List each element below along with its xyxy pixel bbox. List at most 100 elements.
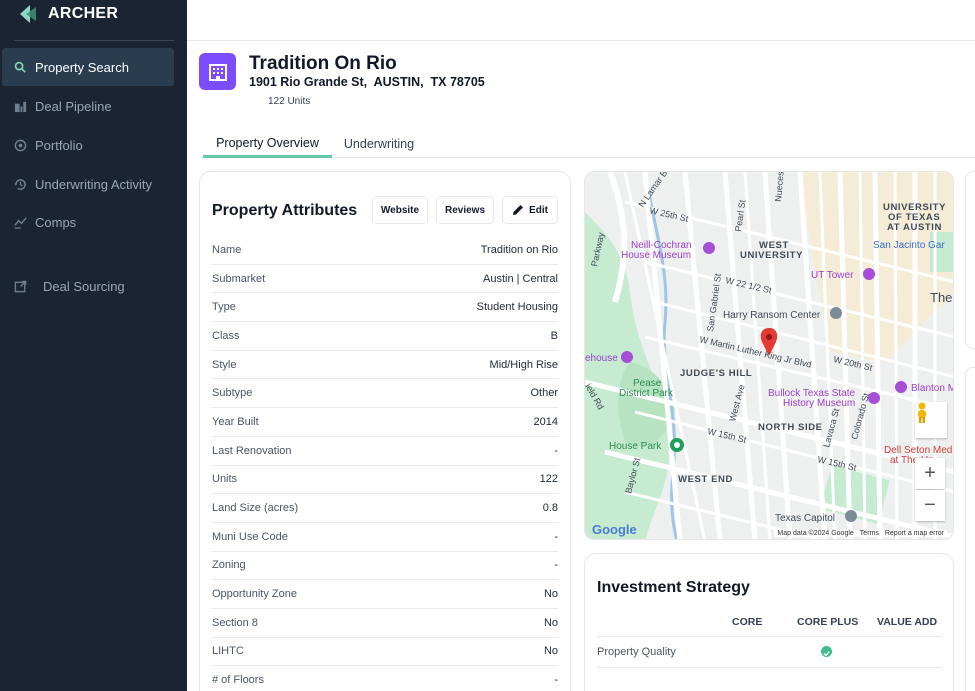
attribute-row: Year Built 2014: [212, 408, 558, 437]
sidebar-item-portfolio[interactable]: Portfolio: [2, 126, 174, 164]
map-label: ehouse: [585, 353, 618, 364]
sidebar-item-deal-sourcing[interactable]: Deal Sourcing: [2, 267, 174, 305]
edit-label: Edit: [529, 204, 548, 216]
map-terms-link[interactable]: Terms: [860, 530, 879, 537]
website-button[interactable]: Website: [372, 196, 428, 224]
tab-property-overview[interactable]: Property Overview: [203, 130, 332, 158]
attribute-row: Submarket Austin | Central: [212, 265, 558, 294]
building-chart-icon: [14, 101, 27, 112]
attribute-row: # of Floors -: [212, 666, 558, 691]
tab-underwriting[interactable]: Underwriting: [340, 130, 418, 158]
offscreen-card-edge: [965, 367, 975, 691]
pencil-icon: [513, 205, 524, 215]
attribute-label: Section 8: [212, 616, 258, 629]
map-label: San Jacinto Gar: [873, 240, 945, 251]
column-header-value-add: VALUE ADD: [877, 616, 938, 628]
sidebar-item-label: Deal Pipeline: [35, 98, 112, 114]
archer-logo-icon: [20, 5, 36, 23]
attribute-label: Zoning: [212, 559, 246, 572]
map-footer: Map data ©2024 Google Terms Report a map…: [774, 530, 947, 537]
google-logo: Google: [592, 522, 637, 537]
investment-strategy-card: Investment Strategy CORE CORE PLUS VALUE…: [584, 553, 954, 691]
attribute-label: Class: [212, 329, 240, 342]
street-view-button[interactable]: [915, 402, 947, 438]
attribute-label: Style: [212, 358, 237, 371]
property-units: 122 Units: [268, 96, 311, 107]
map-label: JUDGE'S HILL: [680, 368, 752, 379]
zoom-out-button[interactable]: −: [915, 490, 945, 521]
attribute-list: Name Tradition on Rio Submarket Austin | Ce…: [212, 236, 558, 691]
map-label: WEST END: [678, 474, 733, 485]
building-icon: [208, 63, 227, 81]
attribute-label: Year Built: [212, 415, 259, 428]
attribute-label: Last Renovation: [212, 444, 292, 457]
sidebar-item-label: Underwriting Activity: [35, 176, 153, 192]
sidebar: ARCHER Property Search Deal Pipeline Por…: [0, 0, 187, 691]
attribute-label: Muni Use Code: [212, 530, 288, 543]
attribute-row: Type Student Housing: [212, 293, 558, 323]
attribute-row: Class B: [212, 322, 558, 351]
map-label: Blanton M: [911, 383, 954, 394]
map-label: UT Tower: [811, 270, 854, 281]
attribute-row: Land Size (acres) 0.8: [212, 494, 558, 523]
map-label: History Museum: [783, 398, 855, 409]
target-icon: [14, 139, 27, 151]
attribute-row: Style Mid/High Rise: [212, 351, 558, 380]
attribute-value: 122: [539, 473, 558, 486]
sidebar-item-deal-pipeline[interactable]: Deal Pipeline: [2, 87, 174, 125]
attribute-row: Section 8 No: [212, 609, 558, 638]
attribute-label: LIHTC: [212, 645, 244, 658]
attribute-row: Muni Use Code -: [212, 523, 558, 552]
sidebar-item-label: Property Search: [35, 59, 129, 75]
edit-button[interactable]: Edit: [502, 196, 558, 224]
attribute-value: 0.8: [542, 502, 558, 515]
sidebar-item-property-search[interactable]: Property Search: [2, 48, 174, 86]
map-attribution: Map data ©2024 Google: [777, 530, 854, 537]
attribute-row: Subtype Other: [212, 379, 558, 409]
attribute-label: Opportunity Zone: [212, 588, 297, 601]
attribute-label: # of Floors: [212, 674, 264, 687]
attribute-label: Land Size (acres): [212, 502, 299, 515]
attribute-label: Units: [212, 473, 238, 486]
sidebar-item-underwriting-activity[interactable]: Underwriting Activity: [2, 165, 174, 203]
column-header-core-plus: CORE PLUS: [797, 616, 859, 628]
map-canvas: UNIVERSITY OF TEXAS AT AUSTIN WEST UNIVE…: [585, 172, 954, 539]
map-label: House Museum: [621, 250, 691, 261]
property-attributes-card: Property Attributes Website Reviews Edit…: [199, 171, 571, 691]
attribute-value: -: [554, 444, 558, 457]
sidebar-item-label: Deal Sourcing: [43, 278, 125, 294]
map-label: District Park: [619, 388, 674, 399]
attribute-row: Name Tradition on Rio: [212, 236, 558, 265]
attribute-value: No: [543, 645, 558, 658]
property-map[interactable]: UNIVERSITY OF TEXAS AT AUSTIN WEST UNIVE…: [584, 171, 954, 540]
attribute-value: No: [543, 588, 558, 601]
map-label: UNIVERSITY: [740, 250, 803, 261]
compare-icon: [14, 216, 27, 229]
attribute-label: Submarket: [212, 272, 266, 285]
attribute-row: Last Renovation -: [212, 437, 558, 466]
attribute-label: Name: [212, 243, 242, 256]
reviews-button[interactable]: Reviews: [436, 196, 494, 224]
sidebar-item-label: Portfolio: [35, 137, 83, 153]
property-type-badge: [199, 53, 236, 90]
attribute-row: LIHTC No: [212, 638, 558, 667]
attribute-row: Zoning -: [212, 552, 558, 581]
check-circle-icon: [821, 646, 832, 657]
brand-name: ARCHER: [48, 5, 119, 22]
attribute-label: Type: [212, 301, 236, 314]
sidebar-item-comps[interactable]: Comps: [2, 203, 174, 241]
attribute-value: Other: [530, 387, 558, 400]
sidebar-divider: [14, 40, 174, 41]
map-report-link[interactable]: Report a map error: [885, 530, 944, 537]
column-header-core: CORE: [732, 616, 763, 628]
map-label: The: [930, 290, 952, 305]
property-address: 1901 Rio Grande St, AUSTIN, TX 78705: [249, 75, 485, 89]
attribute-value: -: [554, 530, 558, 543]
map-label: NORTH SIDE: [758, 422, 823, 433]
attribute-value: Austin | Central: [482, 272, 558, 285]
attribute-row: Units 122: [212, 466, 558, 495]
attribute-value: -: [554, 559, 558, 572]
zoom-in-button[interactable]: +: [915, 458, 945, 489]
brand[interactable]: ARCHER: [18, 2, 118, 26]
tab-bar: Property Overview Underwriting: [200, 130, 975, 158]
